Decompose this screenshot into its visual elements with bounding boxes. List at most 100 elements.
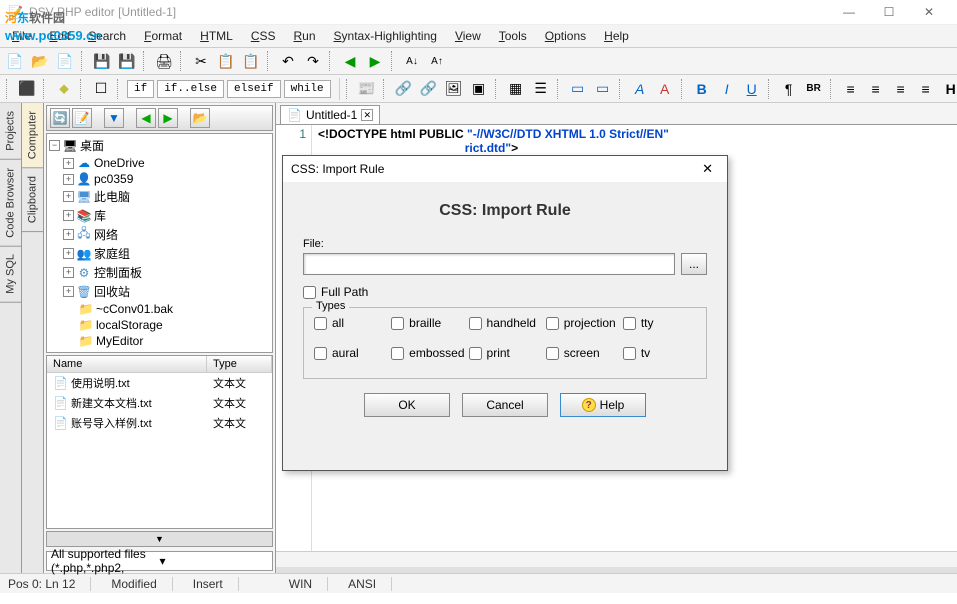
- new-icon[interactable]: 📄: [4, 50, 26, 72]
- box-icon[interactable]: ☐: [90, 78, 112, 100]
- tree-expand-icon[interactable]: +: [63, 158, 74, 169]
- close-button[interactable]: ✕: [909, 0, 949, 24]
- snippet2-icon[interactable]: ⬥: [53, 78, 75, 100]
- type-tty[interactable]: tty: [623, 316, 696, 330]
- align-justify-icon[interactable]: ≡: [915, 78, 937, 100]
- menu-file[interactable]: File: [4, 27, 39, 45]
- filter-icon[interactable]: ▼: [104, 108, 124, 128]
- sidetab-codebrowser[interactable]: Code Browser: [0, 160, 21, 247]
- tree-item[interactable]: 📁~cConv01.bak: [63, 301, 270, 317]
- menu-syntax-highlighting[interactable]: Syntax-Highlighting: [326, 27, 445, 45]
- tree-collapse-icon[interactable]: −: [49, 140, 60, 151]
- underline-icon[interactable]: U: [741, 78, 763, 100]
- tree-expand-icon[interactable]: +: [63, 174, 74, 185]
- list-item[interactable]: 📄账号导入样例.txt文本文: [47, 413, 272, 433]
- tree-item[interactable]: +⚙控制面板: [63, 263, 270, 282]
- tree-item[interactable]: +🖧网络: [63, 225, 270, 244]
- tree-item[interactable]: +📚库: [63, 206, 270, 225]
- fullpath-checkbox[interactable]: Full Path: [303, 285, 707, 299]
- kw-ifelse[interactable]: if..else: [157, 80, 224, 98]
- undo-icon[interactable]: ↶: [277, 50, 299, 72]
- sidetab-computer[interactable]: Computer: [22, 103, 43, 168]
- cut-icon[interactable]: ✂: [190, 50, 212, 72]
- menu-format[interactable]: Format: [136, 27, 190, 45]
- menu-tools[interactable]: Tools: [491, 27, 535, 45]
- collapse-panel-button[interactable]: ▼: [46, 531, 273, 547]
- italic-icon[interactable]: I: [716, 78, 738, 100]
- kw-elseif[interactable]: elseif: [227, 80, 281, 98]
- type-screen[interactable]: screen: [546, 346, 619, 360]
- tree-item[interactable]: 📁localStorage: [63, 317, 270, 333]
- minimize-button[interactable]: —: [829, 0, 869, 24]
- tree-expand-icon[interactable]: +: [63, 248, 74, 259]
- tree-item[interactable]: +🗑回收站: [63, 282, 270, 301]
- tree-item[interactable]: 📁MyEditor: [63, 333, 270, 349]
- list-item[interactable]: 📄使用说明.txt文本文: [47, 373, 272, 393]
- sidetab-mysql[interactable]: My SQL: [0, 246, 21, 303]
- close-doc-icon[interactable]: 📄: [54, 50, 76, 72]
- editor-hscroll[interactable]: [276, 551, 957, 567]
- copy-icon[interactable]: 📋: [215, 50, 237, 72]
- break-icon[interactable]: BR: [803, 78, 825, 100]
- link-icon[interactable]: 🔗: [393, 78, 415, 100]
- run-prev-icon[interactable]: ◀: [339, 50, 361, 72]
- align-right-icon[interactable]: ≡: [890, 78, 912, 100]
- heading-icon[interactable]: H: [940, 78, 957, 100]
- anchor-icon[interactable]: 🔗: [418, 78, 440, 100]
- kw-if[interactable]: if: [127, 80, 154, 98]
- forward-icon[interactable]: ▶: [158, 108, 178, 128]
- para-icon[interactable]: ¶: [778, 78, 800, 100]
- menu-html[interactable]: HTML: [192, 27, 241, 45]
- kw-while[interactable]: while: [284, 80, 331, 98]
- bold-icon[interactable]: B: [691, 78, 713, 100]
- col-type[interactable]: Type: [207, 356, 272, 372]
- tree-expand-icon[interactable]: +: [63, 286, 74, 297]
- cancel-button[interactable]: Cancel: [462, 393, 548, 417]
- sort-za-icon[interactable]: A↑: [426, 50, 448, 72]
- tree-root[interactable]: − 🖥 桌面: [49, 136, 270, 155]
- tree-item[interactable]: +🖥此电脑: [63, 187, 270, 206]
- tree-expand-icon[interactable]: +: [63, 267, 74, 278]
- font-icon[interactable]: A: [629, 78, 651, 100]
- back-icon[interactable]: ◀: [136, 108, 156, 128]
- saveall-icon[interactable]: 💾: [116, 50, 138, 72]
- dialog-close-icon[interactable]: ✕: [696, 159, 719, 179]
- refresh-icon[interactable]: 🔄: [50, 108, 70, 128]
- print-icon[interactable]: 🖨: [153, 50, 175, 72]
- file-filter[interactable]: All supported files (*.php,*.php2,▾: [46, 551, 273, 571]
- sidetab-projects[interactable]: Projects: [0, 103, 21, 160]
- tree-expand-icon[interactable]: +: [63, 191, 74, 202]
- list-icon[interactable]: ☰: [530, 78, 552, 100]
- tree-expand-icon[interactable]: +: [63, 210, 74, 221]
- html-doc-icon[interactable]: 📰: [356, 78, 378, 100]
- up-folder-icon[interactable]: 📂: [190, 108, 210, 128]
- menu-run[interactable]: Run: [286, 27, 324, 45]
- help-button[interactable]: ?Help: [560, 393, 646, 417]
- align-center-icon[interactable]: ≡: [865, 78, 887, 100]
- color-icon[interactable]: A: [654, 78, 676, 100]
- folder-tree[interactable]: − 🖥 桌面 +☁OneDrive+👤pc0359+🖥此电脑+📚库+🖧网络+👥家…: [46, 133, 273, 353]
- paste-icon[interactable]: 📋: [240, 50, 262, 72]
- run-icon[interactable]: ▶: [364, 50, 386, 72]
- tree-item[interactable]: 📁Sign: [63, 349, 270, 353]
- type-tv[interactable]: tv: [623, 346, 696, 360]
- span-icon[interactable]: ▭: [592, 78, 614, 100]
- redo-icon[interactable]: ↷: [302, 50, 324, 72]
- maximize-button[interactable]: ☐: [869, 0, 909, 24]
- browse-button[interactable]: ...: [681, 253, 707, 275]
- type-braille[interactable]: braille: [391, 316, 464, 330]
- tree-item[interactable]: +☁OneDrive: [63, 155, 270, 171]
- table-icon[interactable]: ▦: [505, 78, 527, 100]
- col-name[interactable]: Name: [47, 356, 207, 372]
- sort-az-icon[interactable]: A↓: [401, 50, 423, 72]
- sidetab-clipboard[interactable]: Clipboard: [22, 168, 43, 232]
- menu-search[interactable]: Search: [80, 27, 134, 45]
- type-projection[interactable]: projection: [546, 316, 619, 330]
- type-all[interactable]: all: [314, 316, 387, 330]
- menu-options[interactable]: Options: [537, 27, 594, 45]
- ok-button[interactable]: OK: [364, 393, 450, 417]
- save-icon[interactable]: 💾: [91, 50, 113, 72]
- media-icon[interactable]: ▣: [468, 78, 490, 100]
- snippet1-icon[interactable]: ⬛: [16, 78, 38, 100]
- menu-edit[interactable]: Edit: [41, 27, 78, 45]
